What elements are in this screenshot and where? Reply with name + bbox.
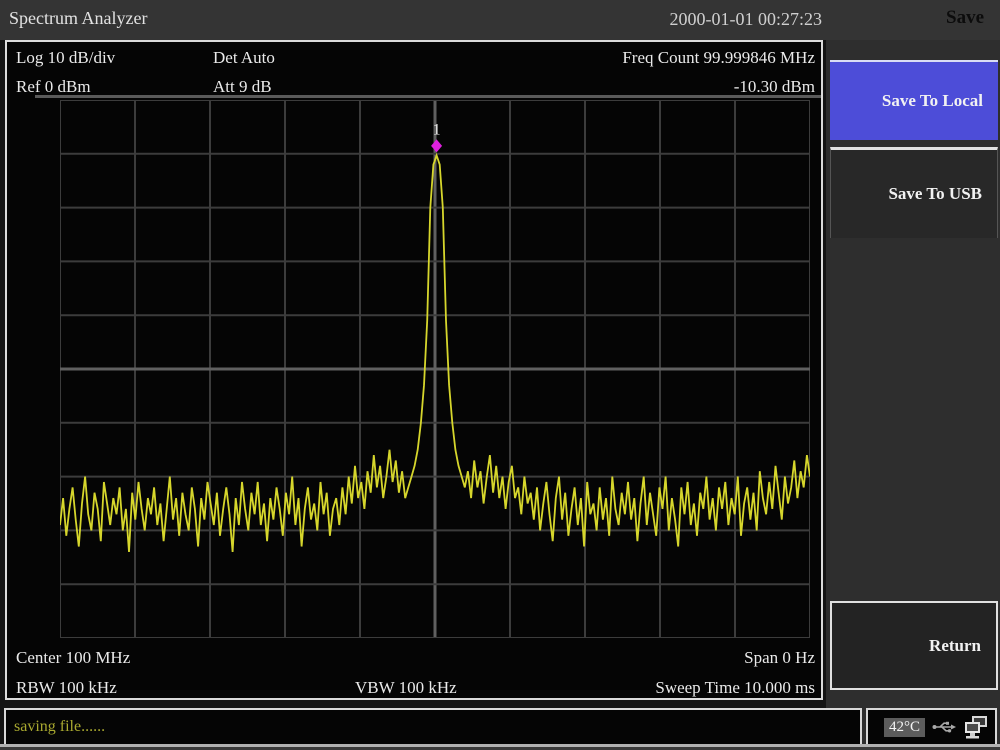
marker-amplitude-readout: -10.30 dBm [734,77,815,97]
return-button[interactable]: Return [830,601,998,690]
system-status-box: 42°C [866,708,997,746]
usb-icon [932,720,956,734]
save-to-local-button[interactable]: Save To Local [830,60,998,140]
spectrum-chart: 1 [60,100,810,638]
app-title: Spectrum Analyzer [9,8,147,29]
return-label: Return [929,636,981,656]
chart-top-divider [35,95,821,98]
network-computer-icon [963,714,989,740]
span-readout: Span 0 Hz [744,648,815,668]
freq-count-readout: Freq Count 99.999846 MHz [622,48,815,68]
main-display: Log 10 dB/div Det Auto Freq Count 99.999… [5,40,823,700]
status-bar: saving file...... [4,708,862,746]
ref-level-readout: Ref 0 dBm [16,77,91,97]
rbw-readout: RBW 100 kHz [16,678,117,698]
center-frequency-readout: Center 100 MHz [16,648,130,668]
sweep-time-readout: Sweep Time 10.000 ms [655,678,815,698]
svg-text:1: 1 [433,121,441,138]
save-to-usb-button[interactable]: Save To USB [830,147,998,238]
status-message: saving file...... [14,718,105,736]
detector-readout: Det Auto [213,48,275,68]
attenuation-readout: Att 9 dB [213,77,272,97]
scale-readout: Log 10 dB/div [16,48,115,68]
active-menu-label: Save [946,7,984,29]
temperature-indicator: 42°C [884,718,925,737]
top-bar: Spectrum Analyzer 2000-01-01 00:27:23 Sa… [0,0,1000,40]
datetime-display: 2000-01-01 00:27:23 [670,9,823,30]
save-to-usb-label: Save To USB [888,184,982,204]
vbw-readout: VBW 100 kHz [355,678,457,698]
spectrum-analyzer-app: Spectrum Analyzer 2000-01-01 00:27:23 Sa… [0,0,1000,750]
save-to-local-label: Save To Local [882,91,983,111]
